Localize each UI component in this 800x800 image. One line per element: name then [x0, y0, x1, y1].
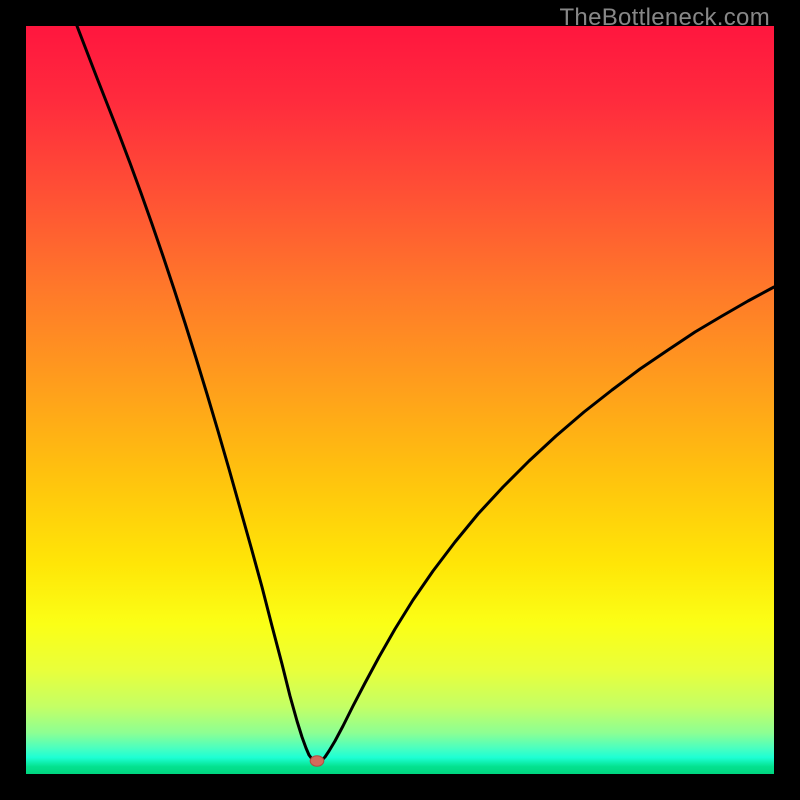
chart-frame	[26, 26, 774, 774]
gradient-background	[26, 26, 774, 774]
bottleneck-chart	[26, 26, 774, 774]
optimal-point-marker	[310, 756, 324, 766]
